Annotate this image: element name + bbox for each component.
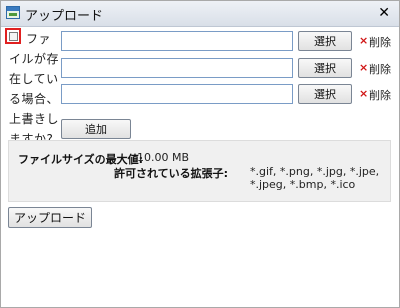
delete-link-3[interactable]: 削除 <box>369 87 391 103</box>
file-path-input-2[interactable] <box>61 58 293 78</box>
file-path-input-3[interactable] <box>61 84 293 104</box>
delete-link-1[interactable]: 削除 <box>369 34 391 50</box>
select-file-button-1[interactable]: 選択 <box>298 31 352 51</box>
add-file-button[interactable]: 追加 <box>61 119 131 139</box>
upload-button[interactable]: アップロード <box>8 207 92 228</box>
delete-icon-1[interactable]: × <box>359 34 368 47</box>
upload-info-panel: ファイルサイズの最大値: 10.00 MB 許可されている拡張子: *.gif,… <box>8 140 391 202</box>
max-size-value: 10.00 MB <box>137 151 190 164</box>
upload-dialog: アップロード ✕ ファイルが存在している場合、上書きしますか? 選択 × 削除 … <box>0 0 400 308</box>
allowed-extensions-label: 許可されている拡張子: <box>114 167 229 180</box>
file-path-input-1[interactable] <box>61 31 293 51</box>
overwrite-label: ファイルが存在している場合、上書きしますか? <box>9 32 60 146</box>
window-title: アップロード <box>25 9 104 24</box>
select-file-button-2[interactable]: 選択 <box>298 58 352 78</box>
upload-window-icon <box>6 6 20 19</box>
delete-link-2[interactable]: 削除 <box>369 61 391 77</box>
delete-icon-3[interactable]: × <box>359 87 368 100</box>
allowed-extensions-value: *.gif, *.png, *.jpg, *.jpe, *.jpeg, *.bm… <box>250 165 380 191</box>
title-bar[interactable]: アップロード ✕ <box>1 1 399 27</box>
delete-icon-2[interactable]: × <box>359 61 368 74</box>
select-file-button-3[interactable]: 選択 <box>298 84 352 104</box>
close-icon[interactable]: ✕ <box>378 4 390 22</box>
